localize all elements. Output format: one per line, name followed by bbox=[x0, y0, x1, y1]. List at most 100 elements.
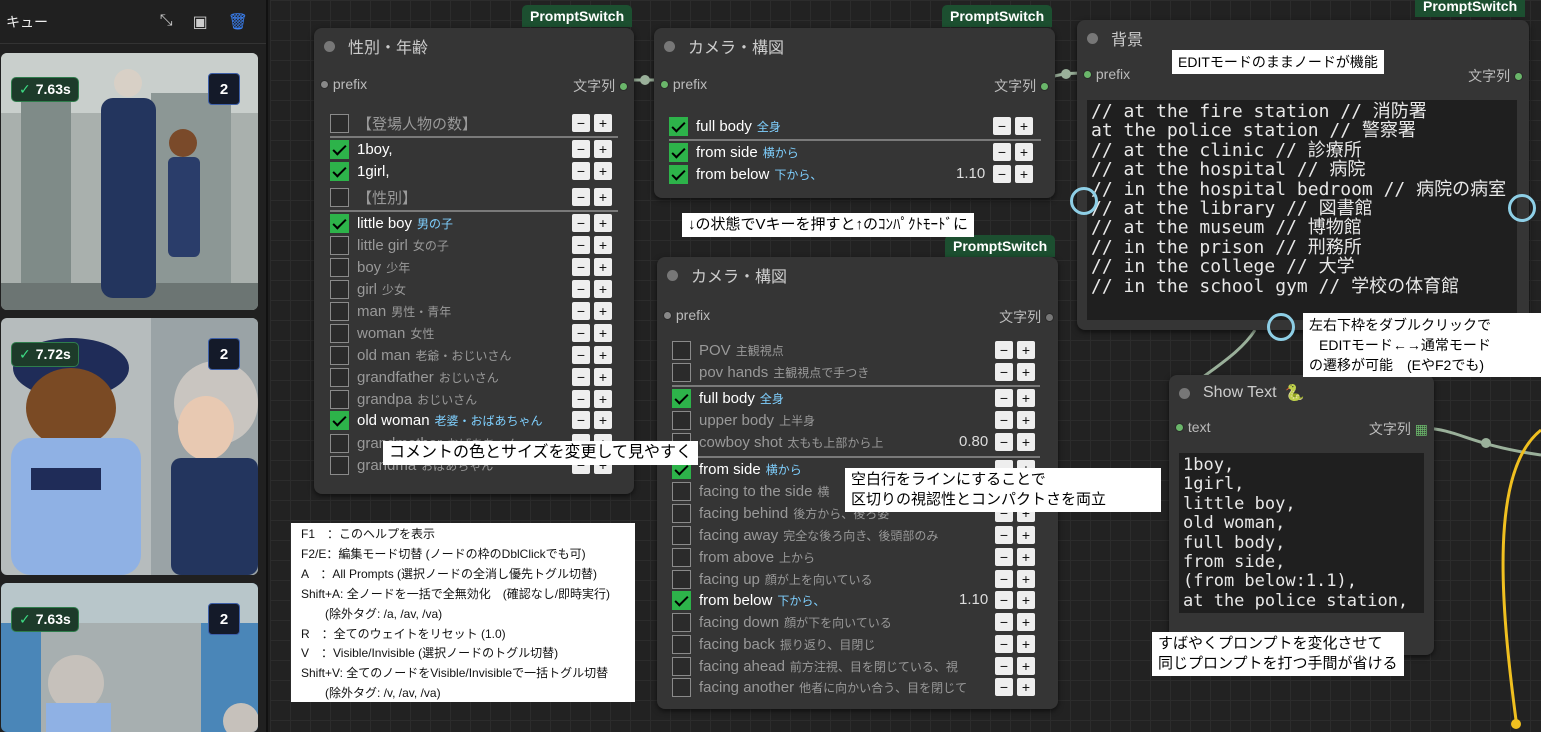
port-dot[interactable] bbox=[1040, 82, 1049, 91]
prompt-checkbox[interactable] bbox=[672, 570, 691, 589]
prompt-checkbox[interactable] bbox=[672, 341, 691, 360]
grid-port-icon[interactable]: ▦ bbox=[1415, 421, 1428, 437]
input-port-prefix[interactable]: prefix bbox=[660, 76, 707, 92]
decrease-weight-button[interactable]: − bbox=[995, 341, 1013, 359]
prompt-row[interactable]: facing away 完全な後ろ向き、後頭部のみ bbox=[672, 525, 938, 546]
prompt-checkbox[interactable] bbox=[330, 346, 349, 365]
prompt-checkbox[interactable] bbox=[672, 657, 691, 676]
decrease-weight-button[interactable]: − bbox=[572, 214, 590, 232]
output-port-string[interactable]: 文字列 bbox=[994, 76, 1049, 96]
prompt-row[interactable]: little boy 男の子 bbox=[330, 213, 453, 234]
node-gender-age[interactable]: 性別・年齢 prefix 文字列 【登場人物の数】 − +1boy, − +1girl,… bbox=[314, 28, 634, 494]
prompt-checkbox[interactable] bbox=[669, 117, 688, 136]
increase-weight-button[interactable]: + bbox=[1017, 570, 1035, 588]
prompt-checkbox[interactable] bbox=[330, 236, 349, 255]
prompt-row[interactable]: facing ahead 前方注視、目を閉じている、視 bbox=[672, 656, 958, 677]
node-title-bar[interactable]: 性別・年齢 bbox=[314, 28, 634, 64]
prompt-checkbox[interactable] bbox=[330, 302, 349, 321]
decrease-weight-button[interactable]: − bbox=[572, 302, 590, 320]
output-port-string[interactable]: 文字列 bbox=[1468, 66, 1523, 86]
port-dot[interactable] bbox=[619, 82, 628, 91]
decrease-weight-button[interactable]: − bbox=[572, 258, 590, 276]
prompt-row[interactable]: facing up 顔が上を向いている bbox=[672, 569, 873, 590]
increase-weight-button[interactable]: + bbox=[594, 390, 612, 408]
decrease-weight-button[interactable]: − bbox=[572, 140, 590, 158]
prompt-checkbox[interactable] bbox=[330, 258, 349, 277]
prompt-row[interactable]: 【登場人物の数】 bbox=[330, 113, 477, 134]
prompt-checkbox[interactable] bbox=[330, 140, 349, 159]
input-port-text[interactable]: text bbox=[1175, 419, 1210, 435]
increase-weight-button[interactable]: + bbox=[1017, 411, 1035, 429]
prompt-checkbox[interactable] bbox=[330, 162, 349, 181]
prompt-checkbox[interactable] bbox=[672, 613, 691, 632]
prompt-checkbox[interactable] bbox=[330, 434, 349, 453]
prompt-row[interactable]: old woman 老婆・おばあちゃん bbox=[330, 410, 543, 431]
prompt-row[interactable]: facing back 振り返り、目閉じ bbox=[672, 634, 875, 655]
prompt-checkbox[interactable] bbox=[330, 188, 349, 207]
prompt-row[interactable]: man 男性・青年 bbox=[330, 301, 451, 322]
background-text-editor[interactable]: // at the fire station // 消防署 at the pol… bbox=[1087, 100, 1517, 320]
increase-weight-button[interactable]: + bbox=[1017, 591, 1035, 609]
prompt-row[interactable]: full body 全身 bbox=[672, 388, 784, 409]
prompt-row[interactable]: old man 老爺・おじいさん bbox=[330, 345, 511, 366]
prompt-checkbox[interactable] bbox=[669, 165, 688, 184]
node-camera-compact[interactable]: カメラ・構図 prefix 文字列 full body 全身 − + from side… bbox=[654, 28, 1055, 198]
collapse-dot[interactable] bbox=[1179, 387, 1190, 399]
prompt-checkbox[interactable] bbox=[672, 526, 691, 545]
increase-weight-button[interactable]: + bbox=[1017, 526, 1035, 544]
decrease-weight-button[interactable]: − bbox=[995, 389, 1013, 407]
node-title-bar[interactable]: カメラ・構図 bbox=[657, 257, 1058, 293]
decrease-weight-button[interactable]: − bbox=[572, 188, 590, 206]
prompt-checkbox[interactable] bbox=[672, 504, 691, 523]
node-show-text[interactable]: Show Text 🐍 text 文字列 ▦ 1boy, 1girl, littl… bbox=[1169, 375, 1434, 655]
collapse-dot[interactable] bbox=[667, 269, 678, 281]
node-title-bar[interactable]: カメラ・構図 bbox=[654, 28, 1055, 64]
increase-weight-button[interactable]: + bbox=[1015, 143, 1033, 161]
increase-weight-button[interactable]: + bbox=[1017, 548, 1035, 566]
increase-weight-button[interactable]: + bbox=[594, 114, 612, 132]
prompt-checkbox[interactable] bbox=[672, 389, 691, 408]
decrease-weight-button[interactable]: − bbox=[993, 143, 1011, 161]
port-dot[interactable] bbox=[1175, 423, 1184, 432]
prompt-checkbox[interactable] bbox=[672, 363, 691, 382]
decrease-weight-button[interactable]: − bbox=[995, 363, 1013, 381]
increase-weight-button[interactable]: + bbox=[1017, 657, 1035, 675]
prompt-checkbox[interactable] bbox=[672, 548, 691, 567]
decrease-weight-button[interactable]: − bbox=[995, 635, 1013, 653]
prompt-row[interactable]: from above 上から bbox=[672, 547, 815, 568]
decrease-weight-button[interactable]: − bbox=[995, 433, 1013, 451]
input-port-prefix[interactable]: prefix bbox=[663, 307, 710, 323]
collapse-dot[interactable] bbox=[664, 40, 675, 52]
prompt-row[interactable]: facing to the side 横 bbox=[672, 481, 829, 502]
increase-weight-button[interactable]: + bbox=[594, 214, 612, 232]
decrease-weight-button[interactable]: − bbox=[993, 117, 1011, 135]
port-dot[interactable] bbox=[320, 80, 329, 89]
decrease-weight-button[interactable]: − bbox=[995, 613, 1013, 631]
decrease-weight-button[interactable]: − bbox=[572, 114, 590, 132]
decrease-weight-button[interactable]: − bbox=[572, 411, 590, 429]
trash-icon[interactable]: 🗑 bbox=[228, 12, 248, 32]
decrease-weight-button[interactable]: − bbox=[572, 390, 590, 408]
increase-weight-button[interactable]: + bbox=[1015, 117, 1033, 135]
prompt-row[interactable]: grandpa おじいさん bbox=[330, 389, 477, 410]
increase-weight-button[interactable]: + bbox=[1017, 635, 1035, 653]
prompt-row[interactable]: facing down 顔が下を向いている bbox=[672, 612, 892, 633]
prompt-checkbox[interactable] bbox=[669, 143, 688, 162]
prompt-row[interactable]: facing another 他者に向かい合う、目を閉じて bbox=[672, 677, 967, 698]
port-dot[interactable] bbox=[1045, 313, 1054, 322]
increase-weight-button[interactable]: + bbox=[594, 236, 612, 254]
prompt-row[interactable]: 1girl, bbox=[330, 161, 390, 182]
input-port-prefix[interactable]: prefix bbox=[1083, 66, 1130, 82]
decrease-weight-button[interactable]: − bbox=[995, 678, 1013, 696]
prompt-checkbox[interactable] bbox=[330, 114, 349, 133]
increase-weight-button[interactable]: + bbox=[1015, 165, 1033, 183]
prompt-checkbox[interactable] bbox=[330, 280, 349, 299]
collapse-dot[interactable] bbox=[1087, 32, 1098, 44]
decrease-weight-button[interactable]: − bbox=[995, 591, 1013, 609]
output-port-string[interactable]: 文字列 ▦ bbox=[1369, 419, 1428, 439]
increase-weight-button[interactable]: + bbox=[594, 302, 612, 320]
node-title-bar[interactable]: Show Text 🐍 bbox=[1169, 375, 1434, 411]
prompt-row[interactable]: woman 女性 bbox=[330, 323, 434, 344]
prompt-row[interactable]: grandfather おじいさん bbox=[330, 367, 499, 388]
input-port-prefix[interactable]: prefix bbox=[320, 76, 367, 92]
